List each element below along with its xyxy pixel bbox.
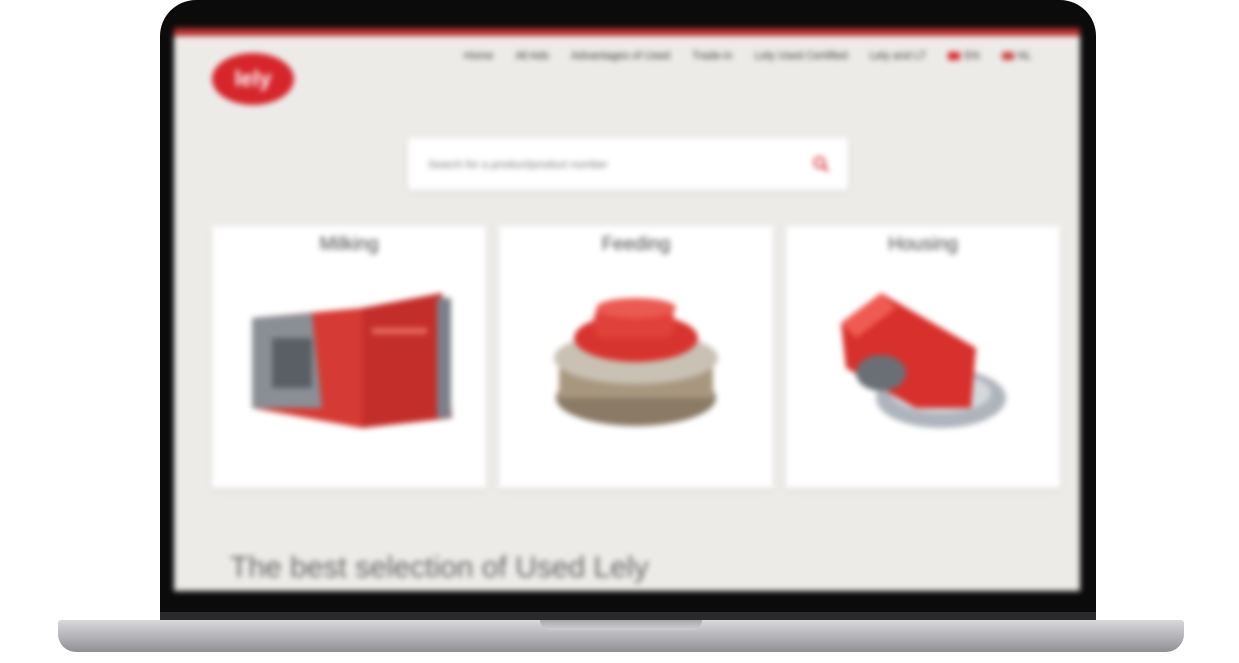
search-icon[interactable] xyxy=(812,155,830,173)
feeding-robot-image xyxy=(554,298,718,426)
category-card-feeding[interactable]: Feeding xyxy=(499,226,773,488)
category-card-housing[interactable]: Housing xyxy=(786,226,1060,488)
language-label: EN xyxy=(964,50,980,62)
card-title: Milking xyxy=(319,234,379,255)
search-box xyxy=(408,138,848,190)
language-label: NL xyxy=(1017,50,1032,62)
language-selector-2[interactable]: NL xyxy=(1001,50,1032,62)
card-title: Feeding xyxy=(601,234,671,255)
housing-robot-image xyxy=(841,293,1006,428)
nav-lely-lt[interactable]: Lely and LT xyxy=(870,50,927,62)
logo-text: lely xyxy=(234,66,272,91)
main-nav: Home All Ads Advantages of Used Trade-in… xyxy=(464,50,1032,62)
card-title: Housing xyxy=(888,234,958,255)
category-card-milking[interactable]: Milking xyxy=(212,226,486,488)
header-stripe xyxy=(174,28,1080,36)
laptop-hinge xyxy=(160,612,1096,620)
flag-icon xyxy=(1001,52,1014,60)
nav-advantages[interactable]: Advantages of Used xyxy=(571,50,670,62)
nav-trade-in[interactable]: Trade-in xyxy=(692,50,733,62)
lely-logo[interactable]: lely xyxy=(212,53,294,105)
laptop-notch xyxy=(540,620,702,630)
nav-certified[interactable]: Lely Used Certified xyxy=(755,50,848,62)
page-headline: The best selection of Used Lely xyxy=(230,551,649,584)
nav-home[interactable]: Home xyxy=(464,50,493,62)
laptop-screen: lely Home All Ads Advantages of Used Tra… xyxy=(174,28,1080,591)
milking-robot-image xyxy=(252,293,452,428)
search-input[interactable] xyxy=(426,152,790,178)
nav-all-ads[interactable]: All Ads xyxy=(515,50,549,62)
flag-icon xyxy=(948,52,961,60)
language-selector-1[interactable]: EN xyxy=(948,50,980,62)
